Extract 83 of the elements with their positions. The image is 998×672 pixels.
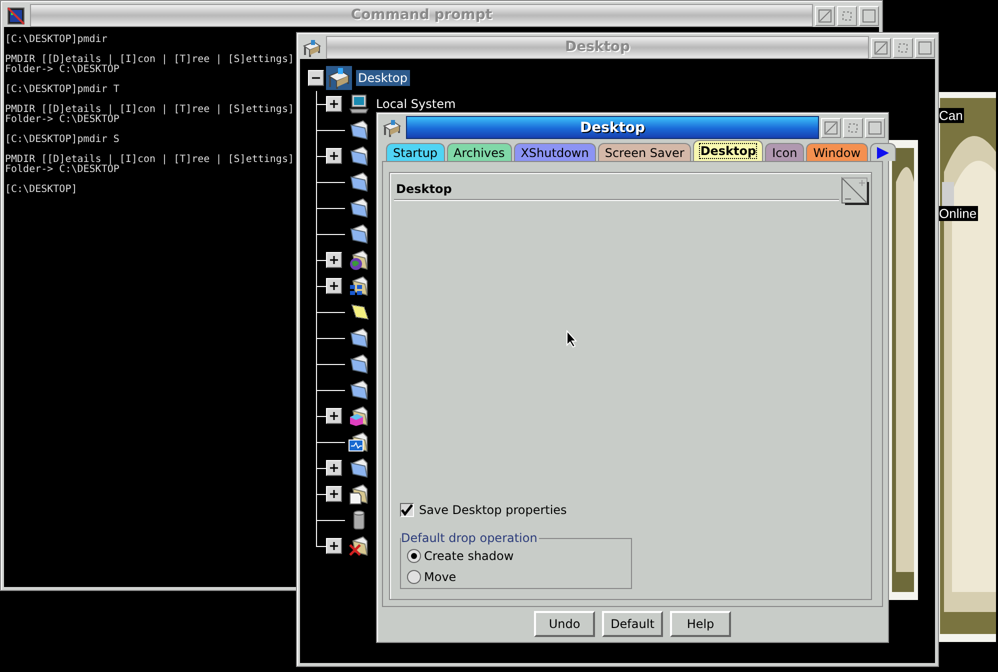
more-tabs-button[interactable] bbox=[870, 143, 896, 161]
maximize-button[interactable] bbox=[865, 118, 885, 138]
tab[interactable]: Desktop bbox=[693, 140, 764, 161]
console-line: [C:\DESKTOP]pmdir T bbox=[5, 85, 120, 95]
tab[interactable]: Window bbox=[806, 143, 868, 161]
tab[interactable]: Screen Saver bbox=[598, 143, 692, 161]
restore-button[interactable] bbox=[837, 6, 857, 26]
expand-button[interactable] bbox=[326, 460, 342, 476]
tab[interactable]: Startup bbox=[386, 143, 445, 161]
window-text: Can bbox=[938, 108, 964, 123]
radio-label: Move bbox=[424, 570, 456, 584]
restore-icon bbox=[840, 8, 854, 22]
expand-button[interactable] bbox=[326, 96, 342, 112]
expand-button[interactable] bbox=[326, 408, 342, 424]
network-folder-icon bbox=[348, 275, 370, 297]
folder-icon bbox=[348, 457, 370, 479]
console-line: PMDIR [[D]etails | [I]con | [T]ree | [S]ettings] bbox=[5, 155, 294, 165]
page-turn-icon[interactable] bbox=[841, 177, 869, 205]
restore-button[interactable] bbox=[843, 118, 863, 138]
collapse-button[interactable] bbox=[308, 70, 324, 86]
radio-label: Create shadow bbox=[424, 549, 514, 563]
tree-item[interactable]: Local System bbox=[374, 96, 458, 112]
desk-icon bbox=[326, 66, 352, 90]
right-arrow-icon bbox=[876, 146, 890, 160]
desk-icon bbox=[302, 38, 322, 58]
package-folder-icon bbox=[348, 405, 370, 427]
checkbox-label: Save Desktop properties bbox=[419, 503, 567, 517]
console-line: PMDIR [[D]etails | [I]con | [T]ree | [S]ettings] bbox=[5, 105, 294, 115]
radio-button[interactable] bbox=[407, 549, 421, 563]
window-title: Desktop bbox=[326, 36, 869, 59]
tab[interactable]: Icon bbox=[765, 143, 804, 161]
restore-button[interactable] bbox=[893, 38, 913, 58]
console-line: [C:\DESKTOP]pmdir bbox=[5, 35, 108, 45]
hide-button[interactable] bbox=[871, 38, 891, 58]
plus-icon bbox=[328, 540, 340, 552]
plus-icon bbox=[328, 462, 340, 474]
folder-icon bbox=[348, 145, 370, 167]
plus-icon bbox=[328, 280, 340, 292]
plus-icon bbox=[328, 98, 340, 110]
expand-button[interactable] bbox=[326, 278, 342, 294]
desk-icon bbox=[382, 118, 402, 138]
window-title: Desktop bbox=[580, 120, 646, 136]
radio-button[interactable] bbox=[407, 570, 421, 584]
console-line: Folder-> C:\DESKTOP bbox=[5, 165, 120, 175]
expand-button[interactable] bbox=[326, 538, 342, 554]
cross-folder-icon bbox=[348, 535, 370, 557]
tab[interactable]: Archives bbox=[446, 143, 512, 161]
plus-icon bbox=[328, 254, 340, 266]
expand-button[interactable] bbox=[326, 252, 342, 268]
plus-icon bbox=[328, 150, 340, 162]
maximize-button[interactable] bbox=[859, 6, 879, 26]
plus-icon bbox=[328, 488, 340, 500]
restore-icon bbox=[896, 40, 910, 54]
mouse-pointer-icon bbox=[566, 330, 578, 348]
globe-folder-icon bbox=[348, 249, 370, 271]
console-line: Folder-> C:\DESKTOP bbox=[5, 115, 120, 125]
console-line: Folder-> C:\DESKTOP bbox=[5, 65, 120, 75]
console-line: [C:\DESKTOP]pmdir S bbox=[5, 135, 120, 145]
hide-button[interactable] bbox=[821, 118, 841, 138]
document-folder-icon bbox=[348, 483, 370, 505]
hide-button[interactable] bbox=[815, 6, 835, 26]
expand-button[interactable] bbox=[326, 486, 342, 502]
plus-icon bbox=[328, 410, 340, 422]
hide-icon bbox=[874, 40, 888, 54]
restore-icon bbox=[846, 120, 860, 134]
push-button[interactable]: Undo bbox=[534, 611, 595, 637]
tree-item[interactable]: Desktop bbox=[356, 70, 410, 86]
window-title: Command prompt bbox=[30, 4, 813, 27]
push-button[interactable]: Help bbox=[670, 611, 731, 637]
page-heading: Desktop bbox=[396, 182, 452, 196]
group-title: Default drop operation bbox=[401, 531, 538, 545]
tab[interactable]: XShutdown bbox=[514, 143, 596, 161]
console-line: [C:\DESKTOP] bbox=[5, 185, 78, 195]
maximize-button[interactable] bbox=[915, 38, 935, 58]
checkbox[interactable] bbox=[400, 503, 414, 517]
expand-button[interactable] bbox=[326, 148, 342, 164]
hide-icon bbox=[818, 8, 832, 22]
hide-icon bbox=[824, 120, 838, 134]
window-text: Online bbox=[938, 206, 978, 221]
push-button[interactable]: Default bbox=[602, 611, 663, 637]
computer-icon bbox=[348, 93, 370, 115]
terminal-icon bbox=[6, 6, 26, 26]
console-line: PMDIR [[D]etails | [I]con | [T]ree | [S]ettings] bbox=[5, 55, 294, 65]
